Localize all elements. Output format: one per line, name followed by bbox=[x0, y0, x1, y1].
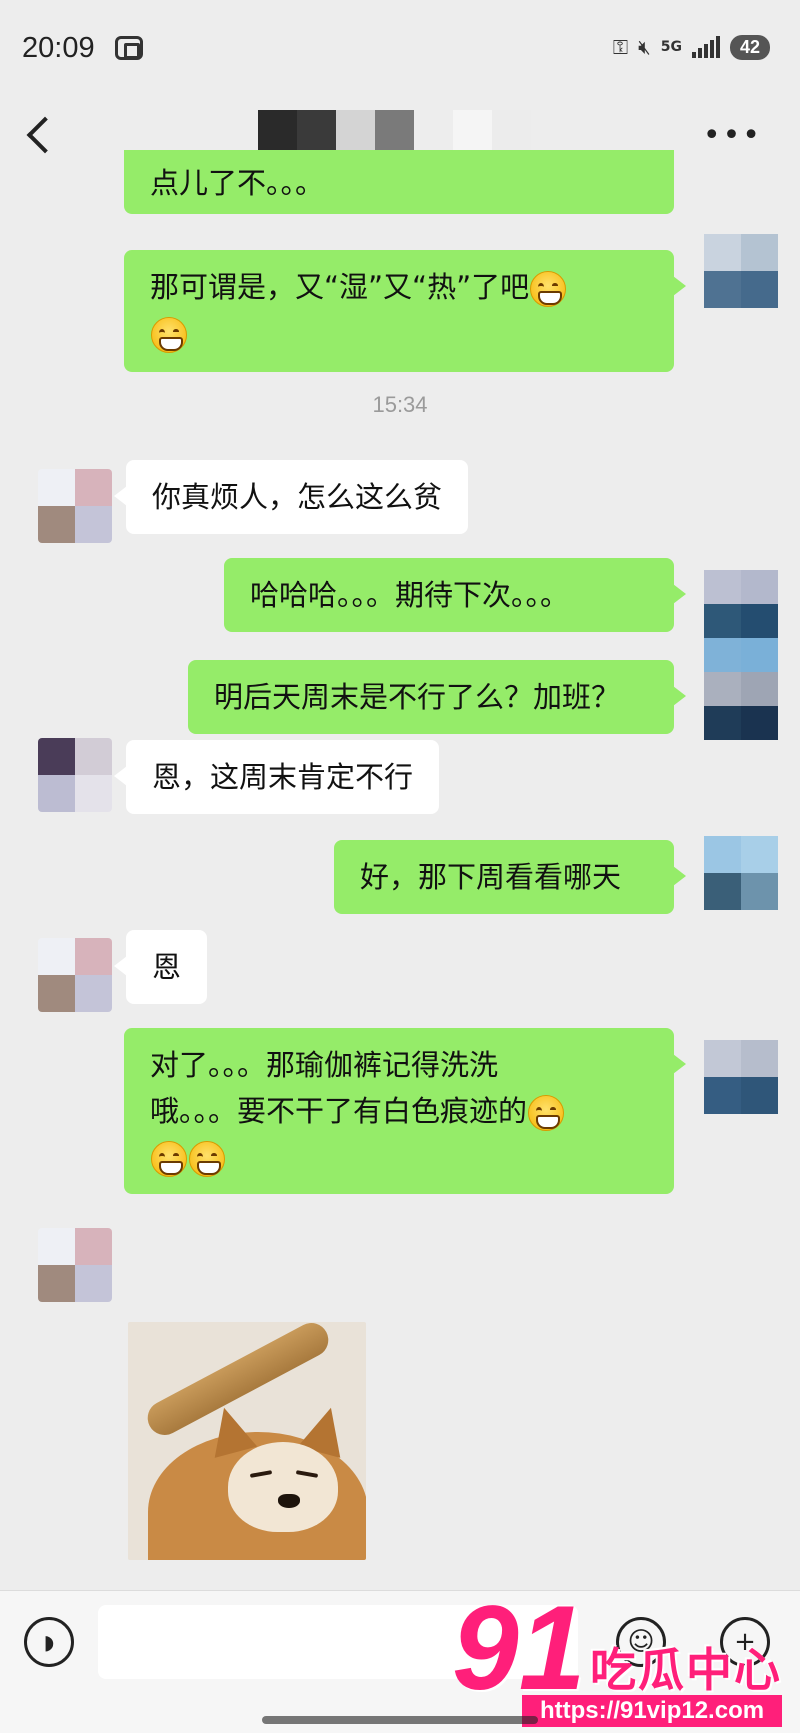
plus-icon[interactable]: + bbox=[720, 1617, 770, 1667]
emoji-icon[interactable]: ☺ bbox=[616, 1617, 666, 1667]
message-text: 点儿了不。。。 bbox=[150, 166, 325, 200]
message-text: 恩，这周末肯定不行 bbox=[152, 760, 414, 794]
message-bubble-received[interactable]: 恩，这周末肯定不行 bbox=[113, 740, 440, 814]
my-avatar[interactable] bbox=[704, 234, 778, 308]
message-text: 你真烦人，怎么这么贫 bbox=[152, 480, 443, 514]
status-indicators: ⚿ 🔇︎ 5G 42 bbox=[613, 32, 770, 62]
message-timestamp: 15:34 bbox=[372, 392, 428, 417]
chat-message-list[interactable]: 点儿了不。。。 那可谓是，又“湿”又“热”了吧 15:34 你真烦人，怎么这么贫… bbox=[0, 150, 800, 1590]
contact-avatar[interactable] bbox=[38, 738, 112, 812]
message-text: 明后天周末是不行了么？加班？ bbox=[214, 680, 621, 714]
home-indicator[interactable] bbox=[262, 1716, 538, 1724]
message-text: 哈哈哈。。。期待下次。。。 bbox=[250, 578, 570, 612]
screenshot-icon bbox=[115, 36, 143, 60]
message-bubble-sent[interactable]: 对了。。。那瑜伽裤记得洗洗 哦。。。要不干了有白色痕迹的 bbox=[124, 1028, 686, 1194]
key-icon: ⚿ bbox=[612, 35, 629, 59]
message-input-bar: ◗ ☺ + bbox=[0, 1590, 800, 1733]
my-avatar[interactable] bbox=[704, 836, 778, 910]
grinning-emoji-icon bbox=[151, 317, 187, 353]
message-text-line-2: 哦。。。要不干了有白色痕迹的 bbox=[150, 1094, 528, 1128]
message-bubble-sent[interactable]: 那可谓是，又“湿”又“热”了吧 bbox=[124, 250, 686, 372]
message-bubble-received[interactable]: 你真烦人，怎么这么贫 bbox=[113, 460, 469, 534]
my-avatar[interactable] bbox=[704, 570, 778, 740]
mute-icon: 🔇︎ bbox=[638, 35, 651, 59]
status-time: 20:09 bbox=[22, 32, 95, 64]
grinning-emoji-icon bbox=[151, 1141, 187, 1177]
dog-sticker-image[interactable] bbox=[128, 1322, 366, 1560]
message-text-line-1: 对了。。。那瑜伽裤记得洗洗 bbox=[150, 1048, 499, 1082]
dog-nose bbox=[278, 1494, 300, 1508]
grinning-emoji-icon bbox=[189, 1141, 225, 1177]
dog-face-shape bbox=[228, 1442, 338, 1532]
message-bubble-sent[interactable]: 哈哈哈。。。期待下次。。。 bbox=[224, 558, 686, 632]
voice-icon[interactable]: ◗ bbox=[24, 1617, 74, 1667]
contact-avatar[interactable] bbox=[38, 469, 112, 543]
status-bar: 20:09 ⚿ 🔇︎ 5G 42 bbox=[0, 0, 800, 96]
message-text: 恩 bbox=[152, 950, 182, 984]
back-icon[interactable] bbox=[26, 116, 64, 154]
network-type: 5G bbox=[660, 39, 682, 55]
my-avatar[interactable] bbox=[704, 1040, 778, 1114]
grinning-emoji-icon bbox=[528, 1095, 565, 1131]
contact-avatar[interactable] bbox=[38, 1228, 112, 1302]
contact-avatar[interactable] bbox=[38, 938, 112, 1012]
message-text: 那可谓是，又“湿”又“热”了吧 bbox=[150, 270, 530, 304]
signal-icon bbox=[691, 36, 720, 58]
message-text-input[interactable] bbox=[98, 1605, 578, 1679]
message-bubble-received[interactable]: 恩 bbox=[113, 930, 208, 1004]
battery-indicator: 42 bbox=[729, 34, 770, 60]
message-text: 好，那下周看看哪天 bbox=[360, 860, 622, 894]
grinning-emoji-icon bbox=[530, 271, 567, 307]
message-bubble-sent[interactable]: 好，那下周看看哪天 bbox=[334, 840, 686, 914]
more-options-icon[interactable]: ••• bbox=[703, 118, 762, 153]
message-bubble-sent[interactable]: 点儿了不。。。 bbox=[124, 150, 674, 214]
message-bubble-sent[interactable]: 明后天周末是不行了么？加班？ bbox=[188, 660, 686, 734]
chat-title-obscured bbox=[258, 110, 531, 150]
